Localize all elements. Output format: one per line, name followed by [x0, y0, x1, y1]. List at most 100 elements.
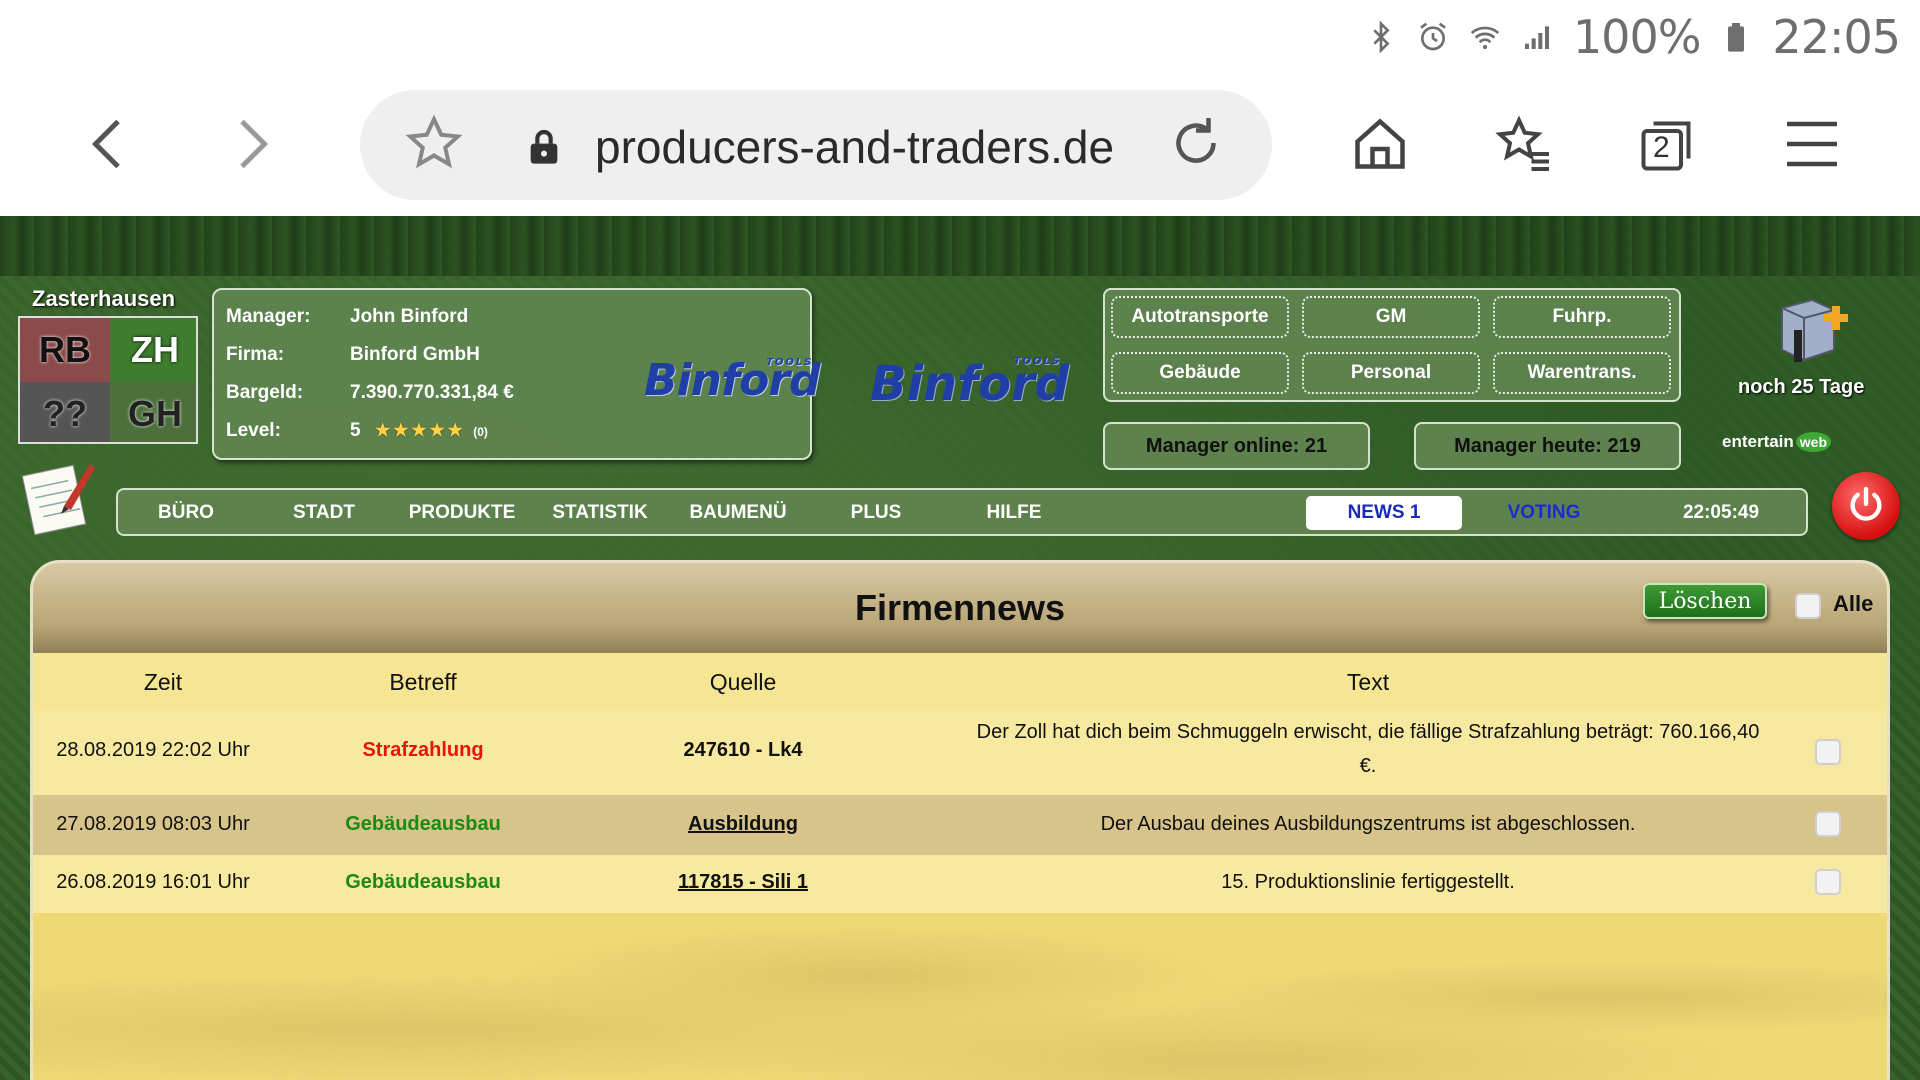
nav-clock: 22:05:49: [1682, 502, 1760, 523]
bookmarks-button[interactable]: [1488, 110, 1560, 182]
stars-count: (0): [473, 425, 488, 439]
forest-background: [0, 216, 1920, 276]
info-row-manager: Manager: John Binford: [226, 306, 468, 328]
partner-logo-badge: web: [1795, 432, 1832, 452]
column-header-quelle: Quelle: [709, 669, 777, 695]
tabs-icon: 2: [1636, 116, 1696, 176]
company-logo-large: Binford TOOLS: [870, 356, 1069, 412]
page-title: Firmennews: [854, 587, 1066, 628]
reload-icon: [1166, 113, 1226, 178]
row-subject: Gebäudeausbau: [345, 871, 501, 893]
menu-personal[interactable]: Personal: [1302, 352, 1480, 394]
row-text: 15. Produktionslinie fertiggestellt.: [1221, 871, 1515, 893]
news-panel: Firmennews Löschen Alle Zeit Betreff Que…: [30, 560, 1890, 1080]
info-row-firma: Firma: Binford GmbH: [226, 344, 480, 366]
info-label: Firma:: [226, 344, 285, 365]
menu-warentransport[interactable]: Warentrans.: [1493, 352, 1671, 394]
chevron-right-icon: [222, 114, 282, 179]
nav-baumenue[interactable]: BAUMENÜ: [670, 496, 806, 530]
column-header-text: Text: [1346, 669, 1390, 695]
manager-info-panel: Manager: John Binford Firma: Binford GmbH …: [212, 288, 821, 460]
bookmark-star-button[interactable]: [398, 109, 470, 181]
minimap-cell[interactable]: RB: [20, 318, 110, 382]
tabs-button[interactable]: 2: [1630, 110, 1702, 182]
row-text-line: Der Zoll hat dich beim Schmuggeln erwisc…: [976, 721, 1760, 743]
battery-icon: [1720, 17, 1752, 57]
status-bar: 100% 22:05: [0, 0, 1920, 76]
table-header: Zeit Betreff Quelle Text: [33, 653, 1887, 711]
minimap-cell[interactable]: ZH: [110, 318, 196, 382]
notepad-icon[interactable]: [20, 456, 96, 536]
counter-value: 21: [1304, 434, 1328, 457]
managers-today-counter: Manager heute: 219: [1414, 422, 1681, 470]
nav-news[interactable]: NEWS 1: [1306, 496, 1462, 530]
address-bar[interactable]: producers-and-traders.de: [360, 90, 1272, 200]
logout-button[interactable]: [1832, 472, 1900, 540]
reload-button[interactable]: [1160, 109, 1232, 181]
row-checkbox[interactable]: [1815, 811, 1841, 837]
chevron-left-icon: [78, 114, 138, 179]
row-source: 247610 - Lk4: [683, 739, 803, 761]
level-value: 5: [350, 420, 361, 441]
row-checkbox[interactable]: [1815, 739, 1841, 765]
counter-value: 219: [1607, 434, 1641, 457]
info-label: Bargeld:: [226, 382, 304, 403]
logo-subtext: TOOLS: [1013, 356, 1062, 367]
game-area: Zasterhausen RB ZH ?? GH Manager: John Bi…: [0, 216, 1920, 1080]
row-text: Der Ausbau deines Ausbildungszentrums is…: [1100, 813, 1636, 835]
nav-voting[interactable]: VOTING: [1476, 496, 1612, 530]
news-header: Firmennews Löschen Alle: [33, 563, 1887, 653]
row-text-line: €.: [1359, 755, 1377, 777]
partner-logo[interactable]: entertain web: [1722, 432, 1832, 452]
info-label: Level:: [226, 420, 281, 441]
row-checkbox[interactable]: [1815, 869, 1841, 895]
world-map-background: [33, 913, 1887, 1080]
row-source-link[interactable]: Ausbildung: [623, 813, 863, 836]
select-all-label: Alle: [1833, 591, 1874, 616]
firma-name: Binford GmbH: [350, 344, 480, 365]
hamburger-menu-icon: [1782, 114, 1842, 179]
url-text[interactable]: producers-and-traders.de: [595, 120, 1114, 174]
menu-autotransporte[interactable]: Autotransporte: [1111, 296, 1289, 338]
nav-statistik[interactable]: STATISTIK: [532, 496, 668, 530]
forward-button[interactable]: [216, 110, 288, 182]
nav-plus[interactable]: PLUS: [808, 496, 944, 530]
premium-package-icon[interactable]: [1772, 294, 1852, 374]
counter-label: Manager online:: [1145, 434, 1300, 457]
nav-produkte[interactable]: PRODUKTE: [394, 496, 530, 530]
minimap-cell[interactable]: ??: [20, 382, 110, 442]
row-source-link[interactable]: 117815 - Sili 1: [623, 871, 863, 894]
menu-fuhrpark[interactable]: Fuhrp.: [1493, 296, 1671, 338]
logo-subtext: TOOLS: [766, 357, 814, 368]
lock-icon: [524, 126, 564, 168]
delete-button[interactable]: Löschen: [1643, 583, 1767, 619]
city-name: Zasterhausen: [32, 286, 176, 311]
wifi-icon: [1469, 17, 1501, 57]
status-time: 22:05: [1772, 10, 1901, 64]
counter-label: Manager heute:: [1454, 434, 1602, 457]
star-outline-icon: [404, 113, 464, 178]
power-icon: [1846, 484, 1886, 529]
partner-logo-text: entertain: [1722, 432, 1794, 451]
menu-button[interactable]: [1776, 110, 1848, 182]
nav-stadt[interactable]: STADT: [256, 496, 392, 530]
managers-online-counter: Manager online: 21: [1103, 422, 1370, 470]
minimap-cell[interactable]: GH: [110, 382, 196, 442]
table-row: 26.08.2019 16:01 Uhr Gebäudeausbau 11781…: [33, 855, 1887, 913]
cash-value: 7.390.770.331,84 €: [350, 382, 514, 403]
row-time: 28.08.2019 22:02 Uhr: [56, 739, 250, 761]
menu-gm[interactable]: GM: [1302, 296, 1480, 338]
row-time: 26.08.2019 16:01 Uhr: [56, 871, 250, 893]
bookmarks-list-icon: [1494, 114, 1554, 179]
column-header-zeit: Zeit: [143, 669, 183, 695]
city-minimap[interactable]: RB ZH ?? GH: [18, 316, 198, 444]
battery-percent: 100%: [1572, 10, 1702, 64]
nav-hilfe[interactable]: HILFE: [946, 496, 1082, 530]
nav-buero[interactable]: BÜRO: [118, 496, 254, 530]
select-all-checkbox[interactable]: [1795, 593, 1821, 619]
menu-gebaeude[interactable]: Gebäude: [1111, 352, 1289, 394]
back-button[interactable]: [72, 110, 144, 182]
home-button[interactable]: [1344, 110, 1416, 182]
main-navigation: BÜRO STADT PRODUKTE STATISTIK BAUMENÜ PL…: [116, 488, 1808, 536]
browser-toolbar: producers-and-traders.de 2: [0, 76, 1920, 216]
